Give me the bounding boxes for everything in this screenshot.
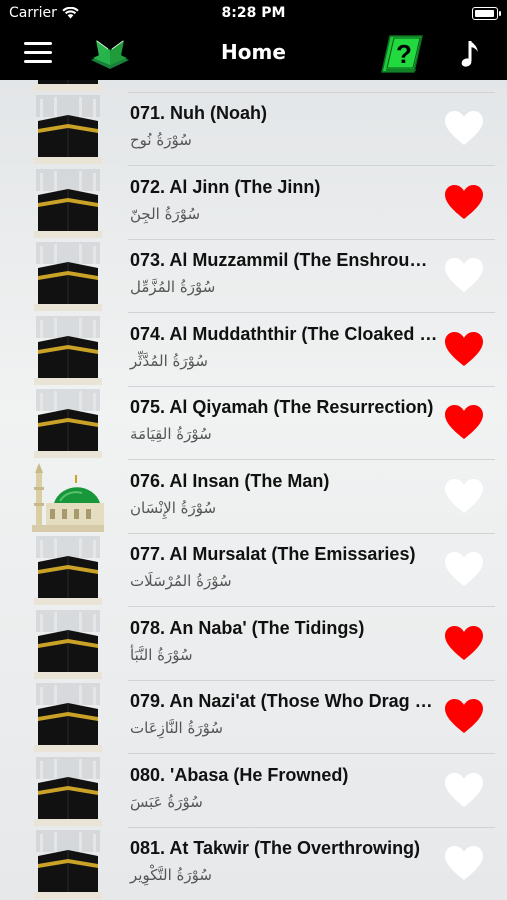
favorite-button-active[interactable] bbox=[444, 404, 484, 441]
favorite-button[interactable] bbox=[444, 110, 484, 147]
status-bar: Carrier 8:28 PM bbox=[0, 0, 507, 28]
surah-title: 080. 'Abasa (He Frowned) bbox=[130, 764, 349, 785]
favorite-button-active[interactable] bbox=[444, 331, 484, 368]
kaaba-image bbox=[32, 756, 104, 826]
favorite-button[interactable] bbox=[444, 845, 484, 882]
kaaba-image bbox=[32, 80, 104, 91]
kaaba-image bbox=[32, 830, 104, 899]
favorite-button[interactable] bbox=[444, 257, 484, 294]
surah-row[interactable]: 078. An Naba' (The Tidings) سُوْرَةُ النَ… bbox=[0, 608, 507, 681]
kaaba-image bbox=[32, 683, 104, 752]
heart-icon bbox=[445, 699, 483, 733]
surah-arabic-name: سُوْرَةُ النَّبَأ bbox=[130, 645, 193, 664]
surah-arabic-name: سُوْرَةُ النَّازِعَات bbox=[130, 719, 223, 737]
navigation-bar: Home ? bbox=[0, 28, 507, 80]
surah-row[interactable]: 073. Al Muzzammil (The Enshrouded One) سُ… bbox=[0, 240, 507, 313]
surah-title: 074. Al Muddaththir (The Cloaked One) bbox=[130, 323, 438, 344]
heart-icon bbox=[445, 405, 483, 439]
music-note-icon bbox=[461, 41, 478, 67]
heart-icon bbox=[445, 625, 483, 660]
favorite-button[interactable] bbox=[444, 772, 484, 809]
surah-list[interactable]: 071. Nuh (Noah) سُوْرَةُ نُوح 072. Al Jin… bbox=[0, 80, 507, 900]
favorite-button[interactable] bbox=[444, 551, 484, 588]
heart-icon bbox=[445, 184, 483, 219]
battery-icon bbox=[472, 7, 501, 20]
surah-arabic-name: سُوْرَةُ الجِنّ bbox=[130, 204, 201, 223]
surah-arabic-name: سُوْرَةُ الإِنْسَان bbox=[130, 498, 217, 517]
kaaba-image bbox=[32, 168, 104, 238]
kaaba-image bbox=[32, 609, 104, 679]
help-button[interactable]: ? bbox=[380, 34, 424, 74]
surah-title: 072. Al Jinn (The Jinn) bbox=[130, 176, 321, 197]
music-button[interactable] bbox=[457, 38, 483, 70]
kaaba-image bbox=[32, 389, 104, 458]
surah-row[interactable]: 076. Al Insan (The Man) سُوْرَةُ الإِنْسَ… bbox=[0, 461, 507, 534]
surah-row[interactable]: 074. Al Muddaththir (The Cloaked One) سُو… bbox=[0, 314, 507, 387]
surah-row[interactable]: 072. Al Jinn (The Jinn) سُوْرَةُ الجِنّ bbox=[0, 167, 507, 240]
surah-arabic-name: سُوْرَةُ المُدَّثِّر bbox=[130, 351, 208, 370]
heart-icon bbox=[445, 772, 483, 807]
surah-row[interactable]: 075. Al Qiyamah (The Resurrection) سُوْرَ… bbox=[0, 387, 507, 460]
surah-arabic-name: سُوْرَةُ القِيَامَة bbox=[130, 425, 212, 443]
surah-arabic-name: سُوْرَةُ نُوح bbox=[130, 131, 192, 149]
mosque-image bbox=[32, 462, 104, 532]
surah-arabic-name: سُوْرَةُ المُرْسَلَات bbox=[130, 572, 232, 590]
surah-title: 073. Al Muzzammil (The Enshrouded One) bbox=[130, 250, 438, 270]
heart-icon bbox=[445, 331, 483, 366]
surah-title: 078. An Naba' (The Tidings) bbox=[130, 617, 365, 638]
surah-row[interactable]: 081. At Takwir (The Overthrowing) سُوْرَة… bbox=[0, 828, 507, 900]
list-item-partial[interactable] bbox=[0, 80, 507, 93]
kaaba-image bbox=[32, 315, 104, 385]
status-time: 8:28 PM bbox=[221, 5, 286, 21]
surah-title: 077. Al Mursalat (The Emissaries) bbox=[130, 544, 416, 564]
surah-title: 081. At Takwir (The Overthrowing) bbox=[130, 838, 421, 858]
surah-title: 075. Al Qiyamah (The Resurrection) bbox=[130, 397, 434, 417]
heart-icon bbox=[445, 478, 483, 513]
surah-arabic-name: سُوْرَةُ عَبَسَ bbox=[130, 792, 203, 811]
svg-text:?: ? bbox=[396, 39, 412, 69]
surah-title: 079. An Nazi'at (Those Who Drag Forth) bbox=[130, 691, 438, 711]
surah-row[interactable]: 080. 'Abasa (He Frowned) سُوْرَةُ عَبَسَ bbox=[0, 755, 507, 828]
surah-arabic-name: سُوْرَةُ المُزَّمِّل bbox=[130, 278, 216, 296]
favorite-button-active[interactable] bbox=[444, 625, 484, 662]
heart-icon bbox=[445, 258, 483, 292]
surah-arabic-name: سُوْرَةُ التَّكْوِير bbox=[130, 866, 212, 884]
surah-row[interactable]: 079. An Nazi'at (Those Who Drag Forth) سُ… bbox=[0, 681, 507, 754]
surah-row[interactable]: 077. Al Mursalat (The Emissaries) سُوْرَة… bbox=[0, 534, 507, 607]
help-book-icon: ? bbox=[381, 35, 423, 73]
battery-fill bbox=[475, 10, 494, 17]
surah-row[interactable]: 071. Nuh (Noah) سُوْرَةُ نُوح bbox=[0, 93, 507, 166]
kaaba-image bbox=[32, 536, 104, 605]
heart-icon bbox=[445, 111, 483, 145]
favorite-button-active[interactable] bbox=[444, 184, 484, 221]
heart-icon bbox=[445, 846, 483, 880]
favorite-button[interactable] bbox=[444, 478, 484, 515]
kaaba-image bbox=[32, 95, 104, 164]
surah-title: 076. Al Insan (The Man) bbox=[130, 470, 330, 491]
page-title: Home bbox=[221, 40, 286, 64]
favorite-button-active[interactable] bbox=[444, 698, 484, 735]
surah-title: 071. Nuh (Noah) bbox=[130, 103, 268, 123]
heart-icon bbox=[445, 552, 483, 586]
kaaba-image bbox=[32, 242, 104, 311]
